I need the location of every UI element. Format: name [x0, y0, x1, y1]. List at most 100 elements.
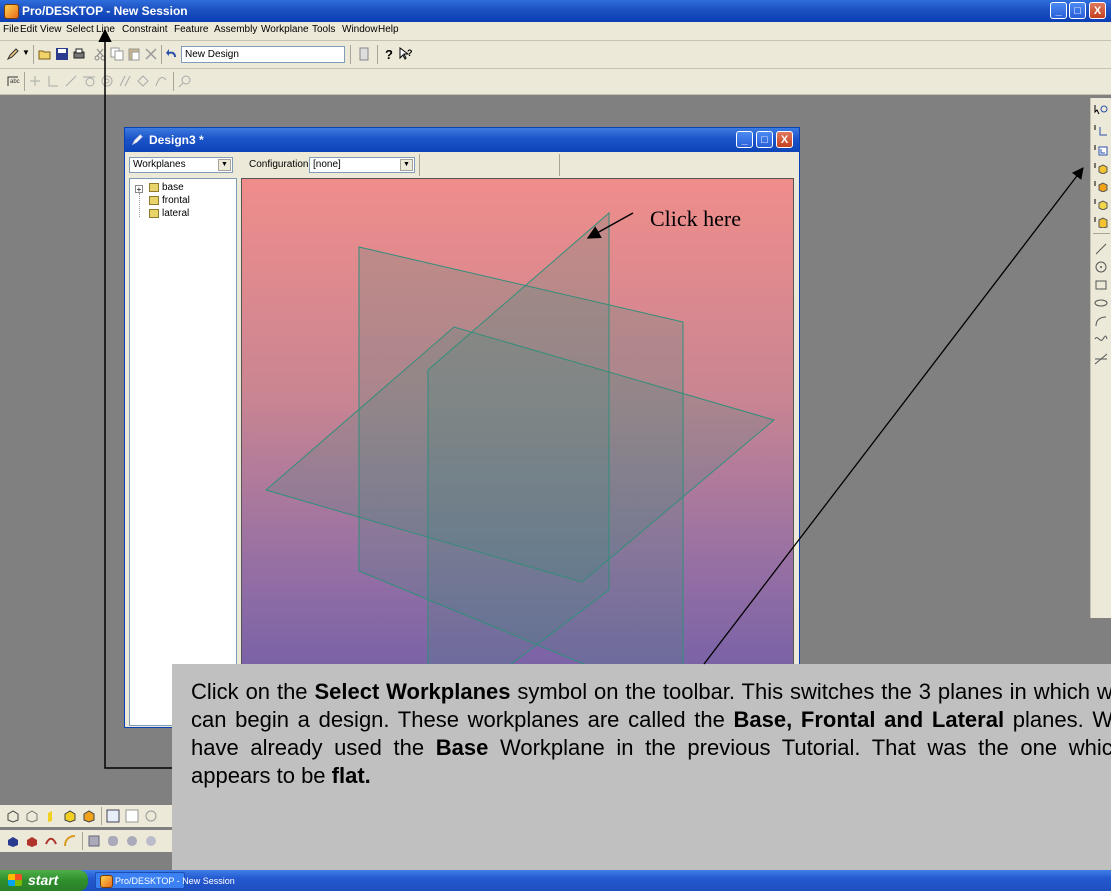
toolbar-separator	[173, 72, 174, 91]
spline-tool-icon[interactable]	[1094, 333, 1108, 345]
zoom-window-icon[interactable]	[106, 809, 120, 823]
zoom-icon[interactable]	[178, 74, 192, 88]
menu-line[interactable]: Line	[96, 24, 115, 35]
copy-icon[interactable]	[110, 47, 124, 61]
tree-item-lateral[interactable]: lateral	[149, 208, 189, 219]
help-topics-icon[interactable]	[357, 47, 371, 61]
taskbar-item-prodesktop[interactable]: Pro/DESKTOP - New Session	[95, 872, 235, 889]
design-close-button[interactable]: X	[776, 131, 793, 148]
chevron-down-icon[interactable]: ▼	[218, 159, 231, 171]
pencil-icon[interactable]	[6, 47, 20, 61]
select-tool-icon[interactable]	[1094, 104, 1108, 116]
zoom-fit-icon[interactable]	[125, 809, 139, 823]
select-features-icon[interactable]	[1094, 162, 1108, 174]
revolve-icon[interactable]	[25, 834, 39, 848]
workplane-icon	[149, 195, 159, 205]
select-edges-icon[interactable]	[1094, 124, 1108, 136]
open-folder-icon[interactable]	[38, 47, 52, 61]
trim-tool-icon[interactable]	[1094, 353, 1108, 365]
toolbar-separator	[419, 154, 420, 176]
select-workplanes-icon[interactable]	[1094, 144, 1108, 156]
menu-tools[interactable]: Tools	[312, 24, 335, 35]
configuration-select[interactable]: [none] ▼	[309, 157, 415, 173]
wireframe-cube-icon[interactable]	[6, 809, 20, 823]
trim-icon[interactable]	[154, 74, 168, 88]
chevron-down-icon[interactable]: ▼	[22, 48, 30, 57]
close-button[interactable]: X	[1089, 2, 1106, 19]
menu-assembly[interactable]: Assembly	[214, 24, 257, 35]
svg-text:abc: abc	[10, 79, 20, 85]
paste-icon[interactable]	[127, 47, 141, 61]
menu-help[interactable]: Help	[378, 24, 399, 35]
concentric-icon[interactable]	[100, 74, 114, 88]
browser-tree: + base frontal lateral	[129, 178, 237, 726]
select-parts-icon[interactable]	[1094, 198, 1108, 210]
loft-icon[interactable]	[63, 834, 77, 848]
dimension-icon[interactable]: abc	[6, 74, 20, 88]
chevron-down-icon[interactable]: ▼	[400, 159, 413, 171]
instruction-text: Click on the Select Workplanes symbol on…	[191, 679, 1111, 788]
toolbar-separator	[161, 45, 162, 64]
app-icon	[4, 4, 19, 19]
parallel-icon[interactable]	[118, 74, 132, 88]
select-components-icon[interactable]	[1094, 216, 1108, 228]
menu-constraint[interactable]: Constraint	[122, 24, 168, 35]
line-tool-icon[interactable]	[1094, 243, 1108, 255]
sketch-toolbar: abc	[0, 69, 1111, 95]
save-icon[interactable]	[55, 47, 69, 61]
rectangle-tool-icon[interactable]	[1094, 279, 1108, 291]
fillet-icon[interactable]	[106, 834, 120, 848]
menu-window[interactable]: Window	[342, 24, 378, 35]
perpendicular-icon[interactable]	[46, 74, 60, 88]
design-maximize-button[interactable]: □	[756, 131, 773, 148]
toolbar-separator	[101, 807, 102, 825]
chamfer-icon[interactable]	[125, 834, 139, 848]
whats-this-icon[interactable]: ?	[399, 47, 413, 61]
start-button[interactable]: start	[0, 870, 88, 891]
configuration-value: [none]	[313, 159, 341, 170]
circle-tool-icon[interactable]	[1094, 261, 1108, 273]
menu-view[interactable]: View	[40, 24, 62, 35]
solid-cube-icon[interactable]	[82, 809, 96, 823]
menu-feature[interactable]: Feature	[174, 24, 208, 35]
help-icon[interactable]: ?	[382, 47, 396, 61]
design-name-field[interactable]: New Design	[181, 46, 345, 63]
line-icon[interactable]	[64, 74, 78, 88]
minimize-button[interactable]: _	[1050, 2, 1067, 19]
cut-icon[interactable]	[93, 47, 107, 61]
arc-tool-icon[interactable]	[1094, 315, 1108, 327]
select-faces-icon[interactable]	[1094, 180, 1108, 192]
tree-line	[139, 193, 141, 217]
right-toolbar	[1090, 98, 1111, 618]
design-minimize-button[interactable]: _	[736, 131, 753, 148]
menu-file[interactable]: File	[3, 24, 19, 35]
maximize-button[interactable]: □	[1069, 2, 1086, 19]
menu-select[interactable]: Select	[66, 24, 94, 35]
draft-icon[interactable]	[144, 834, 158, 848]
print-icon[interactable]	[72, 47, 86, 61]
design-window-title: Design3 *	[149, 133, 204, 147]
shaded-icon[interactable]	[44, 809, 58, 823]
tree-item-base[interactable]: base	[149, 182, 184, 193]
menu-bar: File Edit View Select Line Constraint Fe…	[0, 22, 1111, 41]
hidden-line-cube-icon[interactable]	[25, 809, 39, 823]
shell-icon[interactable]	[87, 834, 101, 848]
ellipse-tool-icon[interactable]	[1094, 297, 1108, 309]
tree-item-frontal[interactable]: frontal	[149, 195, 190, 206]
constraint-icon[interactable]	[28, 74, 42, 88]
browser-mode-value: Workplanes	[133, 159, 186, 170]
3d-viewport[interactable]	[241, 178, 794, 726]
menu-edit[interactable]: Edit	[20, 24, 37, 35]
delete-icon[interactable]	[144, 47, 158, 61]
extrude-icon[interactable]	[6, 834, 20, 848]
expand-toggle[interactable]: +	[135, 185, 143, 194]
fix-icon[interactable]	[136, 74, 150, 88]
browser-mode-select[interactable]: Workplanes ▼	[129, 157, 233, 173]
undo-icon[interactable]	[165, 47, 179, 61]
shaded-cube-icon[interactable]	[63, 809, 77, 823]
app-icon	[100, 875, 113, 888]
menu-workplane[interactable]: Workplane	[261, 24, 309, 35]
view-icon[interactable]	[144, 809, 158, 823]
sweep-icon[interactable]	[44, 834, 58, 848]
tangent-icon[interactable]	[82, 74, 96, 88]
